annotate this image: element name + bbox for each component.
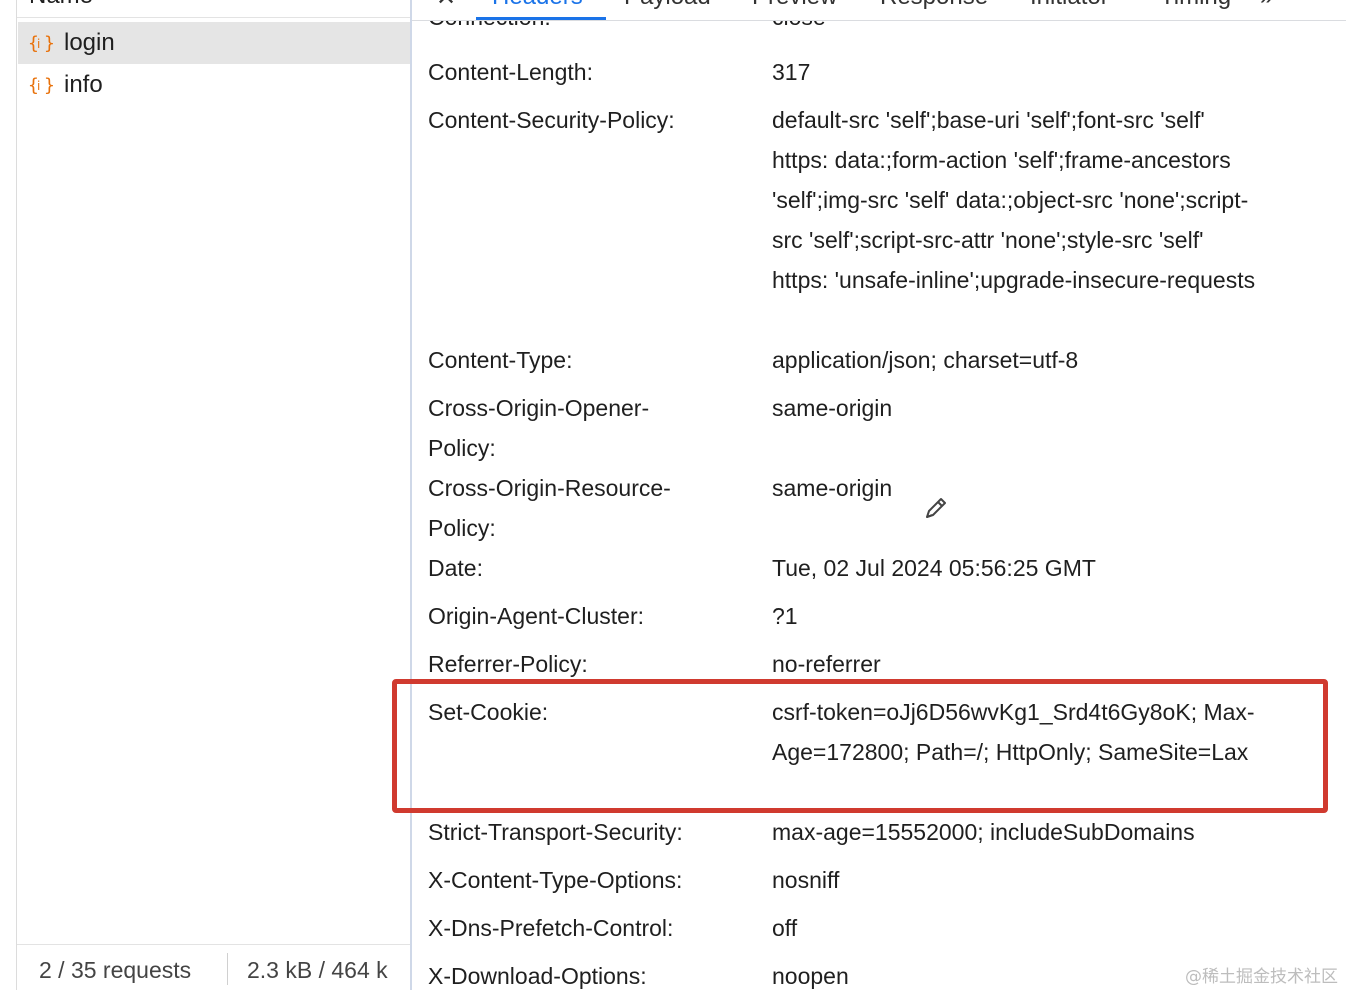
header-value[interactable]: max-age=15552000; includeSubDomains (772, 812, 1332, 852)
header-value[interactable]: application/json; charset=utf-8 (772, 340, 1272, 380)
tab-initiator[interactable]: Initiator (1030, 0, 1109, 11)
tab-payload[interactable]: Payload (624, 0, 711, 11)
request-list-panel: Name { i } login { i } info 2 / 35 reque… (0, 0, 410, 990)
close-icon[interactable]: ✕ (436, 0, 456, 12)
header-value[interactable]: nosniff (772, 860, 1272, 900)
header-name: Cross-Origin-Opener-Policy: (428, 395, 650, 461)
svg-text:}: } (44, 33, 55, 54)
tab-timing[interactable]: Timing (1160, 0, 1231, 11)
pencil-icon[interactable] (922, 494, 950, 522)
header-value[interactable]: default-src 'self';base-uri 'self';font-… (772, 100, 1262, 300)
header-value[interactable]: off (772, 908, 1272, 948)
tab-preview[interactable]: Preview (752, 0, 837, 11)
header-name: Content-Type: (428, 347, 573, 373)
json-braces-icon: { i } (28, 75, 55, 96)
header-name: X-Download-Options: (428, 963, 647, 989)
request-row-info[interactable]: { i } info (18, 64, 410, 106)
panel-gutter (16, 0, 17, 990)
request-name: login (64, 29, 115, 56)
header-value[interactable]: no-referrer (772, 644, 1272, 684)
header-value[interactable]: same-origin (772, 468, 1272, 508)
request-row-login[interactable]: { i } login (18, 22, 410, 64)
header-value[interactable]: close (772, 21, 826, 37)
header-name: Date: (428, 555, 483, 581)
transfer-size: 2.3 kB / 464 k (247, 957, 388, 983)
tab-response[interactable]: Response (880, 0, 988, 11)
header-name: X-Dns-Prefetch-Control: (428, 915, 674, 941)
header-value[interactable]: Tue, 02 Jul 2024 05:56:25 GMT (772, 548, 1272, 588)
header-row-clip: Connection: close (412, 21, 1346, 45)
panel-resize-handle[interactable] (410, 0, 412, 990)
status-divider (227, 953, 228, 985)
tab-headers[interactable]: Headers (492, 0, 583, 11)
svg-text:i: i (37, 37, 40, 51)
header-name: Origin-Agent-Cluster: (428, 603, 645, 629)
header-name: Connection: (428, 21, 551, 37)
header-name: Content-Security-Policy: (428, 107, 675, 133)
set-cookie-highlight-box (392, 679, 1328, 813)
request-count: 2 / 35 requests (39, 957, 192, 983)
header-value[interactable]: ?1 (772, 596, 1272, 636)
json-braces-icon: { i } (28, 33, 55, 54)
svg-text:i: i (37, 79, 40, 93)
header-name: Referrer-Policy: (428, 651, 588, 677)
header-name: X-Content-Type-Options: (428, 867, 683, 893)
name-column-label: Name (29, 0, 93, 10)
more-tabs-icon[interactable]: » (1260, 0, 1273, 11)
header-name: Cross-Origin-Resource-Policy: (428, 475, 671, 541)
header-name: Content-Length: (428, 59, 593, 85)
header-value[interactable]: same-origin (772, 388, 1272, 428)
header-value[interactable]: 317 (772, 52, 1272, 92)
name-column-header[interactable]: Name (17, 0, 410, 18)
status-bar: 2 / 35 requests 2.3 kB / 464 k (17, 944, 410, 991)
header-name: Strict-Transport-Security: (428, 819, 683, 845)
watermark: @稀土掘金技术社区 (1185, 967, 1338, 987)
active-tab-indicator (476, 17, 606, 20)
svg-text:}: } (44, 75, 55, 96)
request-name: info (64, 71, 103, 98)
